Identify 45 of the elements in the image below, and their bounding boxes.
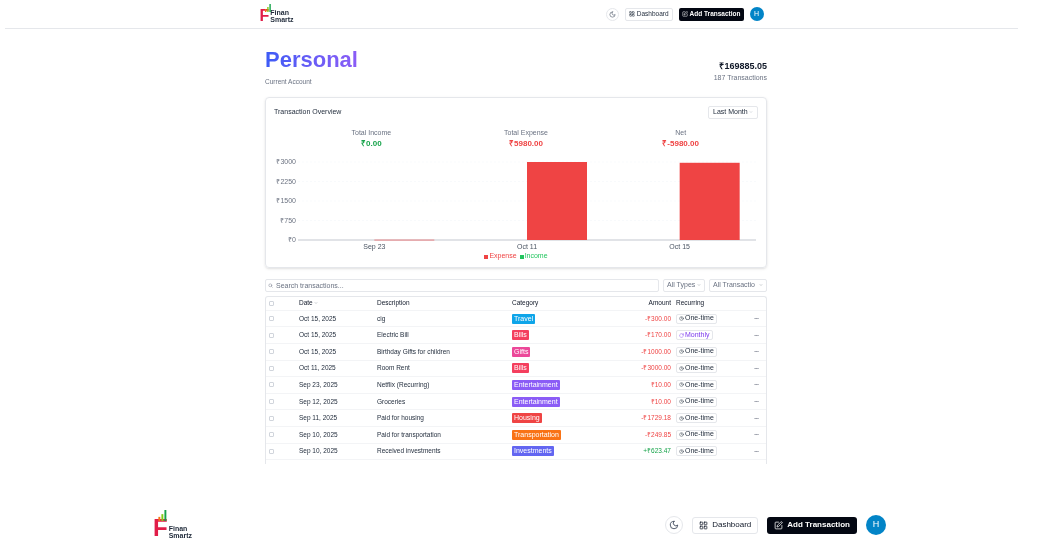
row-checkbox[interactable] xyxy=(269,365,274,371)
clock-icon xyxy=(679,382,684,388)
stat-value: ₹0.00 xyxy=(361,138,382,151)
dashboard-button[interactable]: Dashboard xyxy=(692,516,759,534)
grid-icon xyxy=(628,11,635,17)
more-icon[interactable] xyxy=(754,382,759,388)
repeat-icon xyxy=(679,332,684,338)
clock-icon xyxy=(679,432,684,438)
more-icon[interactable] xyxy=(754,415,759,421)
stat-value: ₹5980.00 xyxy=(509,138,543,151)
more-icon[interactable] xyxy=(754,365,759,371)
clock-icon xyxy=(679,349,684,355)
more-icon[interactable] xyxy=(754,399,759,404)
more-icon[interactable] xyxy=(754,448,759,454)
clock-icon xyxy=(679,399,684,404)
grid-icon xyxy=(699,520,709,530)
more-icon[interactable] xyxy=(754,332,759,338)
clock-icon xyxy=(679,415,684,421)
legend-swatch xyxy=(519,254,524,259)
edit-icon xyxy=(681,11,688,17)
search-icon xyxy=(268,282,273,288)
row-checkbox[interactable] xyxy=(269,349,274,355)
row-checkbox[interactable] xyxy=(269,382,274,388)
clock-icon xyxy=(679,448,684,454)
select-all-checkbox[interactable] xyxy=(269,300,274,306)
moon-icon xyxy=(608,10,616,18)
row-checkbox[interactable] xyxy=(269,332,274,338)
add-transaction-button[interactable]: Add Transaction xyxy=(767,516,857,534)
more-icon[interactable] xyxy=(754,316,759,322)
moon-icon xyxy=(669,520,680,530)
row-checkbox[interactable] xyxy=(269,399,274,404)
clock-icon xyxy=(679,316,684,322)
balance: ₹169885.05 xyxy=(719,59,767,73)
more-icon[interactable] xyxy=(754,349,759,355)
avatar[interactable]: H xyxy=(866,515,886,535)
sort-down-icon xyxy=(313,301,318,306)
row-checkbox[interactable] xyxy=(269,432,274,438)
legend-swatch xyxy=(484,254,489,259)
row-checkbox[interactable] xyxy=(269,415,274,421)
edit-icon xyxy=(774,520,784,530)
stat-value: ₹-5980.00 xyxy=(662,138,699,151)
row-checkbox[interactable] xyxy=(269,316,274,322)
clock-icon xyxy=(679,365,684,371)
more-icon[interactable] xyxy=(754,432,759,438)
row-checkbox[interactable] xyxy=(269,448,274,454)
